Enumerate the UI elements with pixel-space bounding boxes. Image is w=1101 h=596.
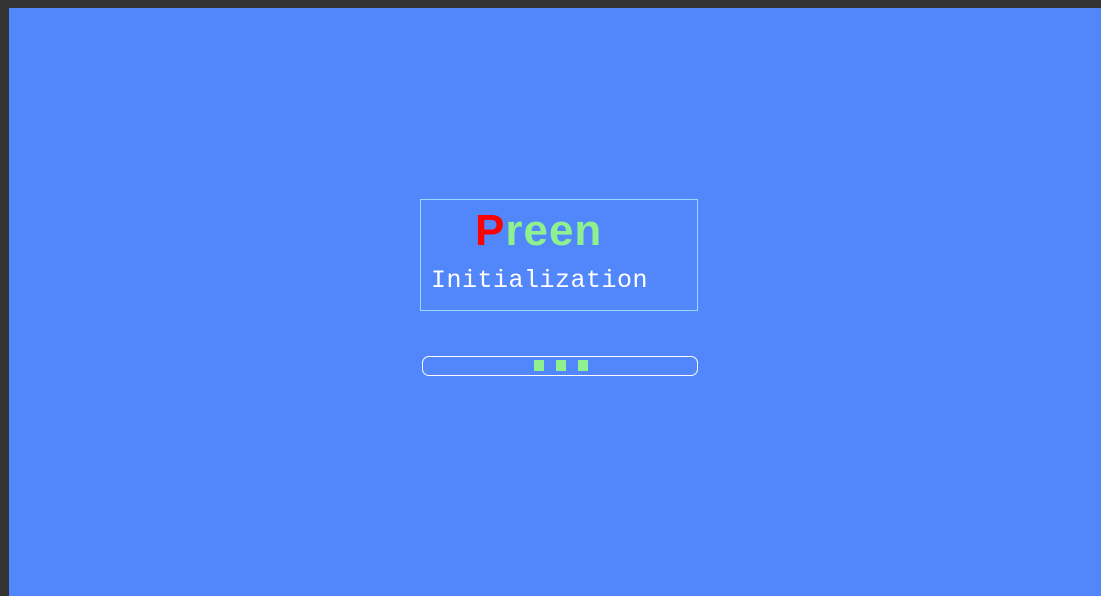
logo-box: Preen Initialization [420,199,698,311]
brand-first-letter: P [475,206,506,255]
initialization-label: Initialization [431,266,649,295]
progress-block [534,360,544,371]
splash-screen: Preen Initialization [9,8,1101,596]
brand-name-rest: reen [505,206,603,255]
progress-bar [422,356,698,376]
progress-block [556,360,566,371]
brand-logo: Preen [475,203,602,259]
progress-block [578,360,588,371]
